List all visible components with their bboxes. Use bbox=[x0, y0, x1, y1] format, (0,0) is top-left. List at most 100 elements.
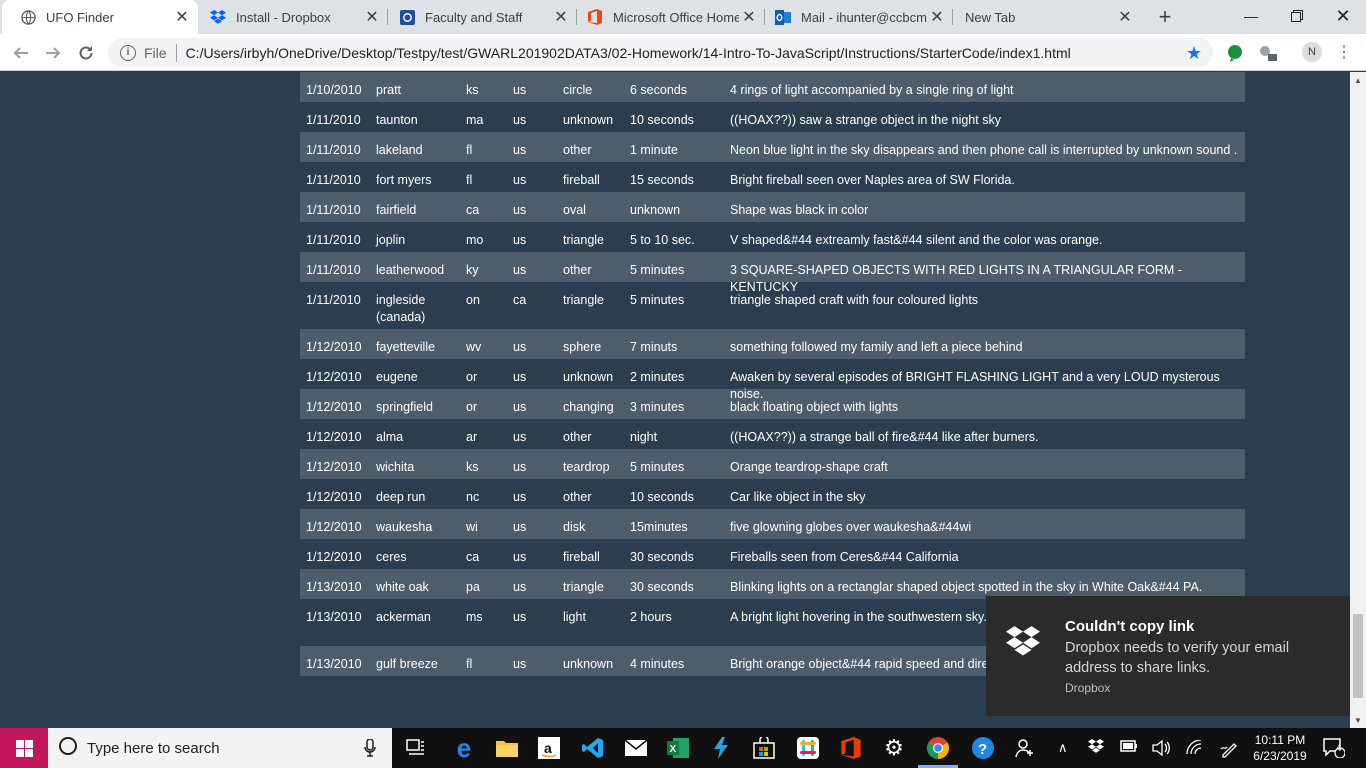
people-icon[interactable] bbox=[1013, 736, 1037, 760]
tab-title: Microsoft Office Home bbox=[613, 9, 739, 25]
cell-duration: 30 seconds bbox=[630, 580, 694, 594]
scroll-up-icon[interactable]: ▲ bbox=[1350, 72, 1366, 88]
back-button[interactable] bbox=[8, 40, 34, 66]
tab-title: UFO Finder bbox=[46, 9, 114, 25]
table-row: 1/11/2010 taunton ma us unknown 10 seconds ((H… bbox=[300, 102, 1245, 132]
tab-new-tab[interactable]: New Tab ✕ bbox=[945, 0, 1141, 34]
close-window-button[interactable]: ✕ bbox=[1320, 0, 1366, 32]
cell-comments: Orange teardrop-shape craft bbox=[730, 460, 888, 474]
notification-count: 4 bbox=[1336, 743, 1342, 754]
cell-shape: other bbox=[563, 430, 592, 444]
table-row: 1/11/2010 lakeland fl us other 1 minute Neon b… bbox=[300, 132, 1245, 162]
cell-city: leatherwood bbox=[376, 263, 445, 277]
cell-comments: Awaken by several episodes of BRIGHT FLA… bbox=[730, 370, 1220, 401]
restore-button[interactable] bbox=[1274, 0, 1320, 32]
tab-title: Mail - ihunter@ccbcmd bbox=[801, 9, 927, 25]
cell-shape: changing bbox=[563, 400, 614, 414]
cell-comments: V shaped&#44 extreamly fast&#44 silent a… bbox=[730, 233, 1103, 247]
close-icon[interactable]: ✕ bbox=[1115, 7, 1135, 27]
tab-install-dropbox[interactable]: Install - Dropbox ✕ bbox=[192, 0, 388, 34]
cell-state: mo bbox=[466, 233, 484, 247]
cell-city: deep run bbox=[376, 490, 426, 504]
scrollbar-thumb[interactable] bbox=[1353, 614, 1363, 698]
microphone-icon[interactable] bbox=[364, 738, 376, 761]
taskbar-clock[interactable]: 10:11 PM 6/23/2019 bbox=[1250, 732, 1310, 764]
cell-city: gulf breeze bbox=[376, 657, 438, 671]
extension-green-icon[interactable] bbox=[1226, 44, 1244, 62]
table-row: 1/12/2010 waukesha wi us disk 15minutes five g… bbox=[300, 509, 1245, 539]
store-icon[interactable] bbox=[752, 736, 776, 760]
cell-comments: something followed my family and left a … bbox=[730, 340, 1023, 354]
cell-state: ar bbox=[466, 430, 478, 444]
tab-faculty-staff[interactable]: Faculty and Staff ✕ bbox=[381, 0, 577, 34]
profile-avatar[interactable]: N bbox=[1302, 42, 1322, 62]
office-taskbar-icon[interactable] bbox=[839, 736, 863, 760]
minimize-button[interactable]: — bbox=[1228, 0, 1274, 32]
close-icon[interactable]: ✕ bbox=[739, 7, 759, 27]
amazon-icon[interactable]: a bbox=[537, 736, 561, 760]
reload-button[interactable] bbox=[73, 40, 99, 66]
bookmark-star-icon[interactable]: ★ bbox=[1186, 43, 1202, 64]
tab-mail[interactable]: Mail - ihunter@ccbcmd ✕ bbox=[757, 0, 953, 34]
info-icon[interactable]: i bbox=[120, 44, 136, 61]
cell-comments: 3 SQUARE-SHAPED OBJECTS WITH RED LIGHTS … bbox=[730, 263, 1182, 294]
cell-date: 1/13/2010 bbox=[306, 580, 362, 594]
battery-icon[interactable] bbox=[1120, 740, 1138, 755]
divider bbox=[175, 43, 177, 62]
cell-date: 1/12/2010 bbox=[306, 430, 362, 444]
chrome-icon[interactable] bbox=[925, 736, 951, 760]
cell-comments: black floating object with lights bbox=[730, 400, 899, 414]
cell-country: us bbox=[513, 113, 527, 127]
pen-icon[interactable] bbox=[1220, 740, 1238, 761]
menu-dots-icon[interactable]: ⋮ bbox=[1334, 42, 1354, 64]
address-bar[interactable]: i File C:/Users/irbyh/OneDrive/Desktop/T… bbox=[108, 38, 1213, 67]
cell-duration: 10 seconds bbox=[630, 113, 694, 127]
wifi-icon[interactable] bbox=[1185, 739, 1203, 759]
scroll-down-icon[interactable]: ▼ bbox=[1350, 712, 1366, 728]
back-arrow-icon bbox=[13, 47, 28, 59]
file-explorer-icon[interactable] bbox=[495, 736, 519, 760]
settings-gear-icon[interactable]: ⚙ bbox=[882, 735, 906, 760]
cell-city: fort myers bbox=[376, 173, 432, 187]
task-view-icon[interactable] bbox=[404, 736, 428, 760]
cell-shape: triangle bbox=[563, 233, 604, 247]
close-icon[interactable]: ✕ bbox=[927, 7, 947, 27]
close-icon[interactable]: ✕ bbox=[362, 7, 382, 27]
tab-office-home[interactable]: Microsoft Office Home ✕ bbox=[569, 0, 765, 34]
dropbox-notification[interactable]: Couldn't copy link Dropbox needs to veri… bbox=[986, 596, 1350, 716]
cell-shape: triangle bbox=[563, 293, 604, 307]
help-icon[interactable]: ? bbox=[971, 736, 995, 760]
action-center-icon[interactable]: 4 bbox=[1322, 736, 1346, 760]
vertical-scrollbar[interactable]: ▲ ▼ bbox=[1350, 72, 1366, 728]
edge-icon[interactable]: e bbox=[452, 733, 476, 763]
table-row: 1/12/2010 alma ar us other night ((HOAX??)) a … bbox=[300, 419, 1245, 449]
cell-city: eugene bbox=[376, 370, 418, 384]
show-hidden-icons-icon[interactable]: ∧ bbox=[1058, 740, 1068, 756]
cell-duration: 5 minutes bbox=[630, 263, 685, 277]
powershell-icon[interactable] bbox=[709, 736, 733, 760]
forward-button[interactable] bbox=[40, 40, 66, 66]
slack-icon[interactable] bbox=[796, 736, 820, 760]
cell-state: or bbox=[466, 400, 478, 414]
close-icon[interactable]: ✕ bbox=[551, 7, 571, 27]
cell-duration: 2 hours bbox=[630, 610, 672, 624]
vscode-icon[interactable] bbox=[581, 736, 605, 760]
excel-icon[interactable]: X bbox=[666, 736, 690, 760]
cell-shape: disk bbox=[563, 520, 586, 534]
browser-toolbar: i File C:/Users/irbyh/OneDrive/Desktop/T… bbox=[0, 34, 1366, 71]
cell-city: fairfield bbox=[376, 203, 417, 217]
new-tab-button[interactable]: + bbox=[1152, 4, 1178, 30]
mail-icon[interactable] bbox=[624, 736, 648, 760]
close-icon[interactable]: ✕ bbox=[172, 7, 192, 27]
cell-duration: 4 minutes bbox=[630, 657, 685, 671]
extension-network-icon[interactable] bbox=[1258, 44, 1277, 62]
volume-icon[interactable] bbox=[1152, 739, 1170, 759]
cell-duration: 30 seconds bbox=[630, 550, 694, 564]
taskbar-search-box[interactable]: Type here to search bbox=[48, 728, 392, 768]
cell-state: or bbox=[466, 370, 478, 384]
tab-ufo-finder[interactable]: UFO Finder ✕ bbox=[2, 0, 198, 34]
start-button[interactable] bbox=[0, 728, 48, 768]
cell-date: 1/11/2010 bbox=[306, 233, 361, 247]
cell-state: fl bbox=[466, 657, 473, 671]
dropbox-tray-icon[interactable] bbox=[1088, 739, 1104, 756]
